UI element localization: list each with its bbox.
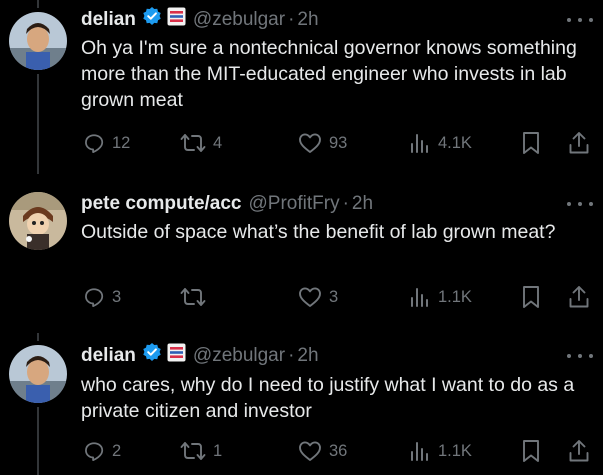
views-chart-icon	[411, 134, 428, 153]
retweet-button[interactable]	[180, 282, 213, 312]
thread-line	[37, 407, 39, 475]
more-options-icon[interactable]	[567, 13, 593, 27]
author-handle[interactable]: @ProfitFry	[249, 191, 340, 217]
tweet-text: Oh ya I'm sure a nontechnical governor k…	[81, 37, 577, 111]
retweet-count: 1	[213, 441, 223, 460]
share-button[interactable]	[568, 436, 590, 466]
avatar[interactable]	[9, 192, 67, 250]
reply-count: 12	[112, 133, 131, 152]
timestamp[interactable]: 2h	[352, 191, 373, 217]
more-options-icon[interactable]	[567, 349, 593, 363]
reply-button[interactable]: 12	[83, 128, 130, 158]
retweet-icon	[180, 442, 206, 460]
heart-icon	[299, 287, 321, 307]
share-icon	[569, 132, 589, 154]
action-bar: 3 3 1.1K	[81, 282, 591, 312]
like-count: 36	[329, 441, 348, 460]
tweet-text: Outside of space what’s the benefit of l…	[81, 221, 556, 243]
tweet-1[interactable]: delian @zebulgar · 2h Oh ya I'm sure a n…	[0, 0, 603, 174]
thread-line	[37, 333, 39, 341]
view-count: 1.1K	[438, 441, 472, 460]
action-bar: 2 1 36 1.1K	[81, 436, 591, 466]
share-button[interactable]	[568, 128, 590, 158]
flag-emoji-icon	[167, 7, 186, 34]
author-name[interactable]: delian	[81, 343, 136, 369]
thread-line	[37, 74, 39, 174]
heart-icon	[299, 441, 321, 461]
separator-dot: ·	[288, 9, 295, 30]
retweet-count: 4	[213, 133, 223, 152]
bookmark-button[interactable]	[521, 436, 541, 466]
timestamp[interactable]: 2h	[297, 343, 318, 369]
share-icon	[569, 286, 589, 308]
tweet-2[interactable]: pete compute/acc @ProfitFry · 2h Outside…	[0, 180, 603, 340]
views-chart-icon	[411, 442, 428, 461]
avatar[interactable]	[9, 12, 67, 70]
bookmark-button[interactable]	[521, 282, 541, 312]
like-count: 3	[329, 287, 339, 306]
bookmark-icon	[523, 286, 539, 308]
bookmark-icon	[523, 132, 539, 154]
author-handle[interactable]: @zebulgar	[193, 7, 285, 33]
reply-button[interactable]: 3	[83, 282, 121, 312]
view-count: 1.1K	[438, 287, 472, 306]
bookmark-button[interactable]	[521, 128, 541, 158]
author-name[interactable]: delian	[81, 7, 136, 33]
separator-dot: ·	[288, 345, 295, 366]
thread-line	[37, 0, 39, 8]
reply-icon	[85, 442, 104, 462]
retweet-icon	[180, 288, 206, 306]
views-button[interactable]: 4.1K	[409, 128, 472, 158]
action-bar: 12 4 93 4.1K	[81, 128, 591, 158]
share-icon	[569, 440, 589, 462]
timestamp[interactable]: 2h	[297, 7, 318, 33]
heart-icon	[299, 133, 321, 153]
tweet-text: who cares, why do I need to justify what…	[81, 374, 575, 422]
like-button[interactable]: 3	[298, 282, 338, 312]
verified-badge-icon[interactable]	[142, 342, 162, 370]
bookmark-icon	[523, 440, 539, 462]
avatar[interactable]	[9, 345, 67, 403]
author-handle[interactable]: @zebulgar	[193, 343, 285, 369]
retweet-button[interactable]: 4	[180, 128, 222, 158]
reply-count: 2	[112, 441, 122, 460]
tweet-header: delian @zebulgar · 2h	[81, 7, 319, 33]
like-button[interactable]: 93	[298, 128, 347, 158]
reply-icon	[85, 288, 104, 308]
reply-count: 3	[112, 287, 122, 306]
reply-icon	[85, 134, 104, 154]
verified-badge-icon[interactable]	[142, 6, 162, 34]
retweet-button[interactable]: 1	[180, 436, 222, 466]
views-button[interactable]: 1.1K	[409, 282, 472, 312]
author-name[interactable]: pete compute/acc	[81, 191, 242, 217]
tweet-header: delian @zebulgar · 2h	[81, 343, 319, 369]
view-count: 4.1K	[438, 133, 472, 152]
more-options-icon[interactable]	[567, 197, 593, 211]
flag-emoji-icon	[167, 343, 186, 370]
reply-button[interactable]: 2	[83, 436, 121, 466]
retweet-icon	[180, 134, 206, 152]
like-count: 93	[329, 133, 348, 152]
views-button[interactable]: 1.1K	[409, 436, 472, 466]
separator-dot: ·	[342, 193, 349, 214]
tweet-3[interactable]: delian @zebulgar · 2h who cares, why do …	[0, 333, 603, 475]
views-chart-icon	[411, 288, 428, 307]
share-button[interactable]	[568, 282, 590, 312]
like-button[interactable]: 36	[298, 436, 347, 466]
tweet-header: pete compute/acc @ProfitFry · 2h	[81, 191, 373, 217]
